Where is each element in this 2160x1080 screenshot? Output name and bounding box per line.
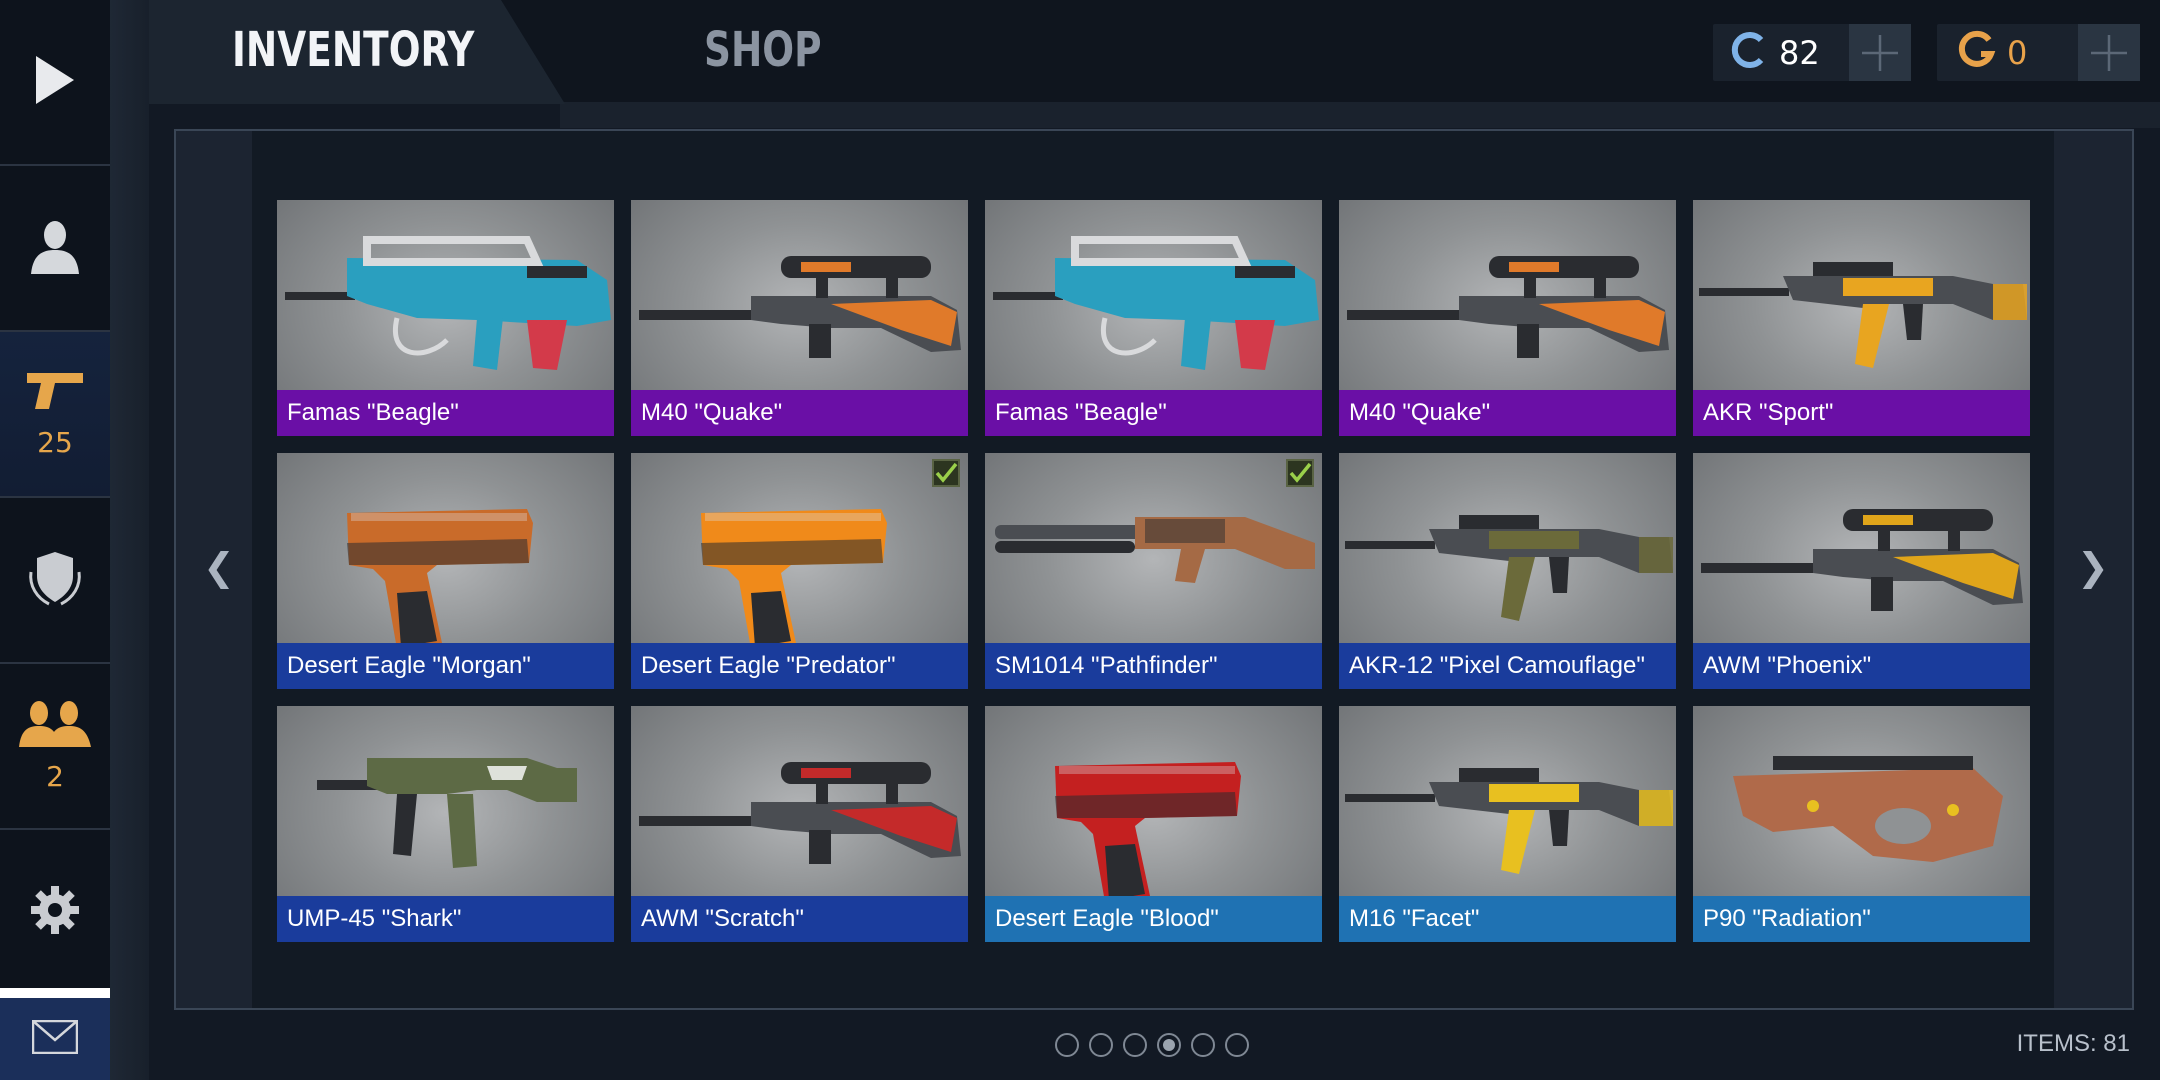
inventory-item-card[interactable]: P90 "Radiation": [1693, 706, 2030, 942]
page-dot[interactable]: [1191, 1033, 1215, 1057]
pagination: [1055, 1033, 1249, 1057]
item-name-label: Desert Eagle "Blood": [985, 896, 1322, 942]
page-dot[interactable]: [1089, 1033, 1113, 1057]
inventory-item-card[interactable]: Desert Eagle "Predator": [631, 453, 968, 689]
credits-balance: 82: [1713, 24, 1911, 81]
equipped-check-icon: [1286, 459, 1314, 487]
tab-inventory-label: INVENTORY: [232, 22, 475, 78]
inventory-item-card[interactable]: Desert Eagle "Morgan": [277, 453, 614, 689]
sidebar-item-ranks[interactable]: [0, 498, 110, 664]
item-name-label: Famas "Beagle": [985, 390, 1322, 436]
weapons-count: 25: [37, 426, 73, 459]
item-name-label: M40 "Quake": [1339, 390, 1676, 436]
inventory-item-card[interactable]: AKR "Sport": [1693, 200, 2030, 436]
inventory-item-card[interactable]: Famas "Beagle": [985, 200, 1322, 436]
play-icon: [32, 52, 78, 113]
add-gold-button[interactable]: [2078, 24, 2140, 81]
inventory-item-card[interactable]: M40 "Quake": [631, 200, 968, 436]
item-name-label: Desert Eagle "Morgan": [277, 643, 614, 689]
inventory-item-card[interactable]: Desert Eagle "Blood": [985, 706, 1322, 942]
item-name-label: M16 "Facet": [1339, 896, 1676, 942]
prev-page-arrow[interactable]: ❮: [203, 545, 235, 589]
gold-value: 0: [2007, 33, 2028, 72]
page-dot[interactable]: [1123, 1033, 1147, 1057]
item-name-label: Desert Eagle "Predator": [631, 643, 968, 689]
items-count: ITEMS: 81: [2016, 1030, 2130, 1057]
sidebar-item-settings[interactable]: [0, 830, 110, 996]
inventory-item-card[interactable]: AKR-12 "Pixel Camouflage": [1339, 453, 1676, 689]
credits-icon: [1729, 30, 1769, 75]
page-dot[interactable]: [1157, 1033, 1181, 1057]
tab-shop[interactable]: SHOP: [704, 22, 822, 78]
inventory-item-card[interactable]: AWM "Scratch": [631, 706, 968, 942]
item-name-label: AWM "Scratch": [631, 896, 968, 942]
sidebar-item-weapons[interactable]: 25: [0, 332, 110, 498]
add-credits-button[interactable]: [1849, 24, 1911, 81]
inventory-item-card[interactable]: SM1014 "Pathfinder": [985, 453, 1322, 689]
sidebar: 25 2: [0, 0, 149, 1080]
gold-balance: 0: [1937, 24, 2140, 81]
item-name-label: Famas "Beagle": [277, 390, 614, 436]
sidebar-item-friends[interactable]: 2: [0, 664, 110, 830]
item-name-label: AKR "Sport": [1693, 390, 2030, 436]
friends-count: 2: [46, 760, 64, 793]
inventory-item-card[interactable]: M40 "Quake": [1339, 200, 1676, 436]
sidebar-strip: [109, 0, 149, 1080]
page-dot[interactable]: [1055, 1033, 1079, 1057]
item-name-label: AWM "Phoenix": [1693, 643, 2030, 689]
inventory-item-card[interactable]: Famas "Beagle": [277, 200, 614, 436]
item-name-label: AKR-12 "Pixel Camouflage": [1339, 643, 1676, 689]
inventory-item-card[interactable]: M16 "Facet": [1339, 706, 1676, 942]
credits-value: 82: [1779, 33, 1820, 72]
gold-icon: [1957, 30, 1997, 75]
item-name-label: UMP-45 "Shark": [277, 896, 614, 942]
next-page-arrow[interactable]: ❯: [2077, 545, 2109, 589]
equipped-check-icon: [932, 459, 960, 487]
sidebar-item-profile[interactable]: [0, 166, 110, 332]
gear-icon: [29, 884, 81, 941]
inventory-item-card[interactable]: UMP-45 "Shark": [277, 706, 614, 942]
sidebar-item-play[interactable]: [0, 0, 110, 166]
item-name-label: M40 "Quake": [631, 390, 968, 436]
top-bar-divider: [560, 102, 2160, 128]
friends-icon: [15, 699, 95, 752]
item-name-label: P90 "Radiation": [1693, 896, 2030, 942]
pistol-icon: [25, 369, 85, 418]
shield-icon: [23, 546, 87, 615]
inventory-item-card[interactable]: AWM "Phoenix": [1693, 453, 2030, 689]
item-name-label: SM1014 "Pathfinder": [985, 643, 1322, 689]
page-dot[interactable]: [1225, 1033, 1249, 1057]
inventory-grid: Famas "Beagle" M40 "Quake" Famas "Beagle…: [277, 200, 2033, 942]
profile-icon: [29, 218, 81, 279]
sidebar-item-mail[interactable]: [0, 988, 110, 1080]
mail-icon: [31, 1019, 79, 1059]
